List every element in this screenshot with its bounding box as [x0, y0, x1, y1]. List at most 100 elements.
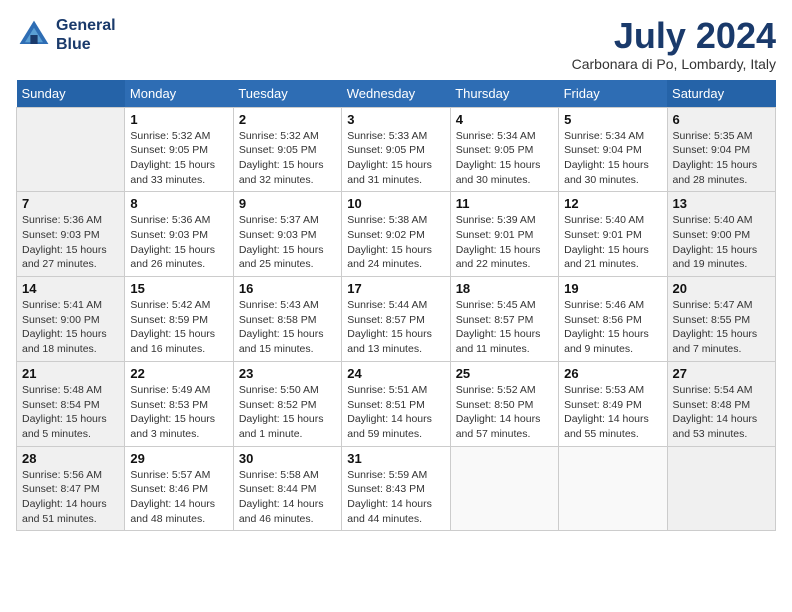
day-info: Sunrise: 5:49 AM Sunset: 8:53 PM Dayligh…: [130, 383, 227, 442]
day-info: Sunrise: 5:52 AM Sunset: 8:50 PM Dayligh…: [456, 383, 553, 442]
header-thursday: Thursday: [450, 80, 558, 108]
title-block: July 2024 Carbonara di Po, Lombardy, Ita…: [572, 16, 776, 72]
day-cell: 26 Sunrise: 5:53 AM Sunset: 8:49 PM Dayli…: [559, 361, 667, 446]
day-info: Sunrise: 5:47 AM Sunset: 8:55 PM Dayligh…: [673, 298, 770, 357]
day-info: Sunrise: 5:46 AM Sunset: 8:56 PM Dayligh…: [564, 298, 661, 357]
day-cell: 22 Sunrise: 5:49 AM Sunset: 8:53 PM Dayli…: [125, 361, 233, 446]
day-number: 2: [239, 112, 336, 127]
day-cell: [17, 107, 125, 192]
day-cell: 15 Sunrise: 5:42 AM Sunset: 8:59 PM Dayli…: [125, 277, 233, 362]
day-cell: [667, 446, 775, 531]
week-row-4: 21 Sunrise: 5:48 AM Sunset: 8:54 PM Dayli…: [17, 361, 776, 446]
header-friday: Friday: [559, 80, 667, 108]
day-cell: 20 Sunrise: 5:47 AM Sunset: 8:55 PM Dayli…: [667, 277, 775, 362]
day-number: 15: [130, 281, 227, 296]
header-tuesday: Tuesday: [233, 80, 341, 108]
day-cell: 18Sunrise: 5:45 AM Sunset: 8:57 PM Dayli…: [450, 277, 558, 362]
day-info: Sunrise: 5:59 AM Sunset: 8:43 PM Dayligh…: [347, 468, 444, 527]
day-cell: 10Sunrise: 5:38 AM Sunset: 9:02 PM Dayli…: [342, 192, 450, 277]
day-cell: 9 Sunrise: 5:37 AM Sunset: 9:03 PM Daylig…: [233, 192, 341, 277]
day-info: Sunrise: 5:45 AM Sunset: 8:57 PM Dayligh…: [456, 298, 553, 357]
header-saturday: Saturday: [667, 80, 775, 108]
day-cell: 19 Sunrise: 5:46 AM Sunset: 8:56 PM Dayli…: [559, 277, 667, 362]
logo: General Blue: [16, 16, 116, 54]
day-cell: 30Sunrise: 5:58 AM Sunset: 8:44 PM Dayli…: [233, 446, 341, 531]
day-info: Sunrise: 5:51 AM Sunset: 8:51 PM Dayligh…: [347, 383, 444, 442]
day-info: Sunrise: 5:35 AM Sunset: 9:04 PM Dayligh…: [673, 129, 770, 188]
day-cell: 17Sunrise: 5:44 AM Sunset: 8:57 PM Dayli…: [342, 277, 450, 362]
day-number: 1: [130, 112, 227, 127]
day-info: Sunrise: 5:41 AM Sunset: 9:00 PM Dayligh…: [22, 298, 119, 357]
header-sunday: Sunday: [17, 80, 125, 108]
day-info: Sunrise: 5:39 AM Sunset: 9:01 PM Dayligh…: [456, 213, 553, 272]
day-number: 20: [673, 281, 770, 296]
week-row-5: 28 Sunrise: 5:56 AM Sunset: 8:47 PM Dayli…: [17, 446, 776, 531]
header-wednesday: Wednesday: [342, 80, 450, 108]
day-cell: 11 Sunrise: 5:39 AM Sunset: 9:01 PM Dayli…: [450, 192, 558, 277]
logo-text: General Blue: [56, 16, 116, 54]
day-number: 31: [347, 451, 444, 466]
day-info: Sunrise: 5:56 AM Sunset: 8:47 PM Dayligh…: [22, 468, 119, 527]
day-info: Sunrise: 5:57 AM Sunset: 8:46 PM Dayligh…: [130, 468, 227, 527]
day-cell: 31 Sunrise: 5:59 AM Sunset: 8:43 PM Dayli…: [342, 446, 450, 531]
day-number: 22: [130, 366, 227, 381]
day-cell: 4Sunrise: 5:34 AM Sunset: 9:05 PM Daylig…: [450, 107, 558, 192]
logo-icon: [16, 17, 52, 53]
header-monday: Monday: [125, 80, 233, 108]
day-number: 12: [564, 196, 661, 211]
day-cell: 25 Sunrise: 5:52 AM Sunset: 8:50 PM Dayli…: [450, 361, 558, 446]
day-cell: 3Sunrise: 5:33 AM Sunset: 9:05 PM Daylig…: [342, 107, 450, 192]
day-info: Sunrise: 5:54 AM Sunset: 8:48 PM Dayligh…: [673, 383, 770, 442]
day-number: 16: [239, 281, 336, 296]
day-info: Sunrise: 5:53 AM Sunset: 8:49 PM Dayligh…: [564, 383, 661, 442]
day-info: Sunrise: 5:40 AM Sunset: 9:00 PM Dayligh…: [673, 213, 770, 272]
day-cell: 8Sunrise: 5:36 AM Sunset: 9:03 PM Daylig…: [125, 192, 233, 277]
day-number: 10: [347, 196, 444, 211]
day-number: 19: [564, 281, 661, 296]
day-info: Sunrise: 5:58 AM Sunset: 8:44 PM Dayligh…: [239, 468, 336, 527]
calendar-header-row: SundayMondayTuesdayWednesdayThursdayFrid…: [17, 80, 776, 108]
day-number: 7: [22, 196, 119, 211]
day-cell: 16 Sunrise: 5:43 AM Sunset: 8:58 PM Dayli…: [233, 277, 341, 362]
week-row-2: 7 Sunrise: 5:36 AM Sunset: 9:03 PM Daylig…: [17, 192, 776, 277]
day-info: Sunrise: 5:37 AM Sunset: 9:03 PM Dayligh…: [239, 213, 336, 272]
day-info: Sunrise: 5:33 AM Sunset: 9:05 PM Dayligh…: [347, 129, 444, 188]
day-info: Sunrise: 5:32 AM Sunset: 9:05 PM Dayligh…: [130, 129, 227, 188]
day-info: Sunrise: 5:42 AM Sunset: 8:59 PM Dayligh…: [130, 298, 227, 357]
day-info: Sunrise: 5:50 AM Sunset: 8:52 PM Dayligh…: [239, 383, 336, 442]
day-info: Sunrise: 5:34 AM Sunset: 9:05 PM Dayligh…: [456, 129, 553, 188]
day-info: Sunrise: 5:34 AM Sunset: 9:04 PM Dayligh…: [564, 129, 661, 188]
day-number: 6: [673, 112, 770, 127]
day-number: 13: [673, 196, 770, 211]
day-cell: 13 Sunrise: 5:40 AM Sunset: 9:00 PM Dayli…: [667, 192, 775, 277]
day-cell: 21 Sunrise: 5:48 AM Sunset: 8:54 PM Dayli…: [17, 361, 125, 446]
day-info: Sunrise: 5:40 AM Sunset: 9:01 PM Dayligh…: [564, 213, 661, 272]
day-cell: 1 Sunrise: 5:32 AM Sunset: 9:05 PM Daylig…: [125, 107, 233, 192]
day-number: 9: [239, 196, 336, 211]
day-number: 5: [564, 112, 661, 127]
page-header: General Blue July 2024 Carbonara di Po, …: [16, 16, 776, 72]
day-number: 8: [130, 196, 227, 211]
week-row-3: 14 Sunrise: 5:41 AM Sunset: 9:00 PM Dayli…: [17, 277, 776, 362]
day-number: 14: [22, 281, 119, 296]
day-number: 21: [22, 366, 119, 381]
calendar-table: SundayMondayTuesdayWednesdayThursdayFrid…: [16, 80, 776, 532]
day-info: Sunrise: 5:48 AM Sunset: 8:54 PM Dayligh…: [22, 383, 119, 442]
day-cell: 2 Sunrise: 5:32 AM Sunset: 9:05 PM Daylig…: [233, 107, 341, 192]
day-number: 25: [456, 366, 553, 381]
day-info: Sunrise: 5:43 AM Sunset: 8:58 PM Dayligh…: [239, 298, 336, 357]
day-number: 11: [456, 196, 553, 211]
day-cell: 23Sunrise: 5:50 AM Sunset: 8:52 PM Dayli…: [233, 361, 341, 446]
day-cell: [450, 446, 558, 531]
day-cell: 6 Sunrise: 5:35 AM Sunset: 9:04 PM Daylig…: [667, 107, 775, 192]
day-number: 28: [22, 451, 119, 466]
day-info: Sunrise: 5:32 AM Sunset: 9:05 PM Dayligh…: [239, 129, 336, 188]
day-number: 17: [347, 281, 444, 296]
week-row-1: 1 Sunrise: 5:32 AM Sunset: 9:05 PM Daylig…: [17, 107, 776, 192]
day-cell: [559, 446, 667, 531]
day-cell: 14 Sunrise: 5:41 AM Sunset: 9:00 PM Dayli…: [17, 277, 125, 362]
day-cell: 29Sunrise: 5:57 AM Sunset: 8:46 PM Dayli…: [125, 446, 233, 531]
day-number: 26: [564, 366, 661, 381]
day-number: 27: [673, 366, 770, 381]
day-info: Sunrise: 5:36 AM Sunset: 9:03 PM Dayligh…: [22, 213, 119, 272]
